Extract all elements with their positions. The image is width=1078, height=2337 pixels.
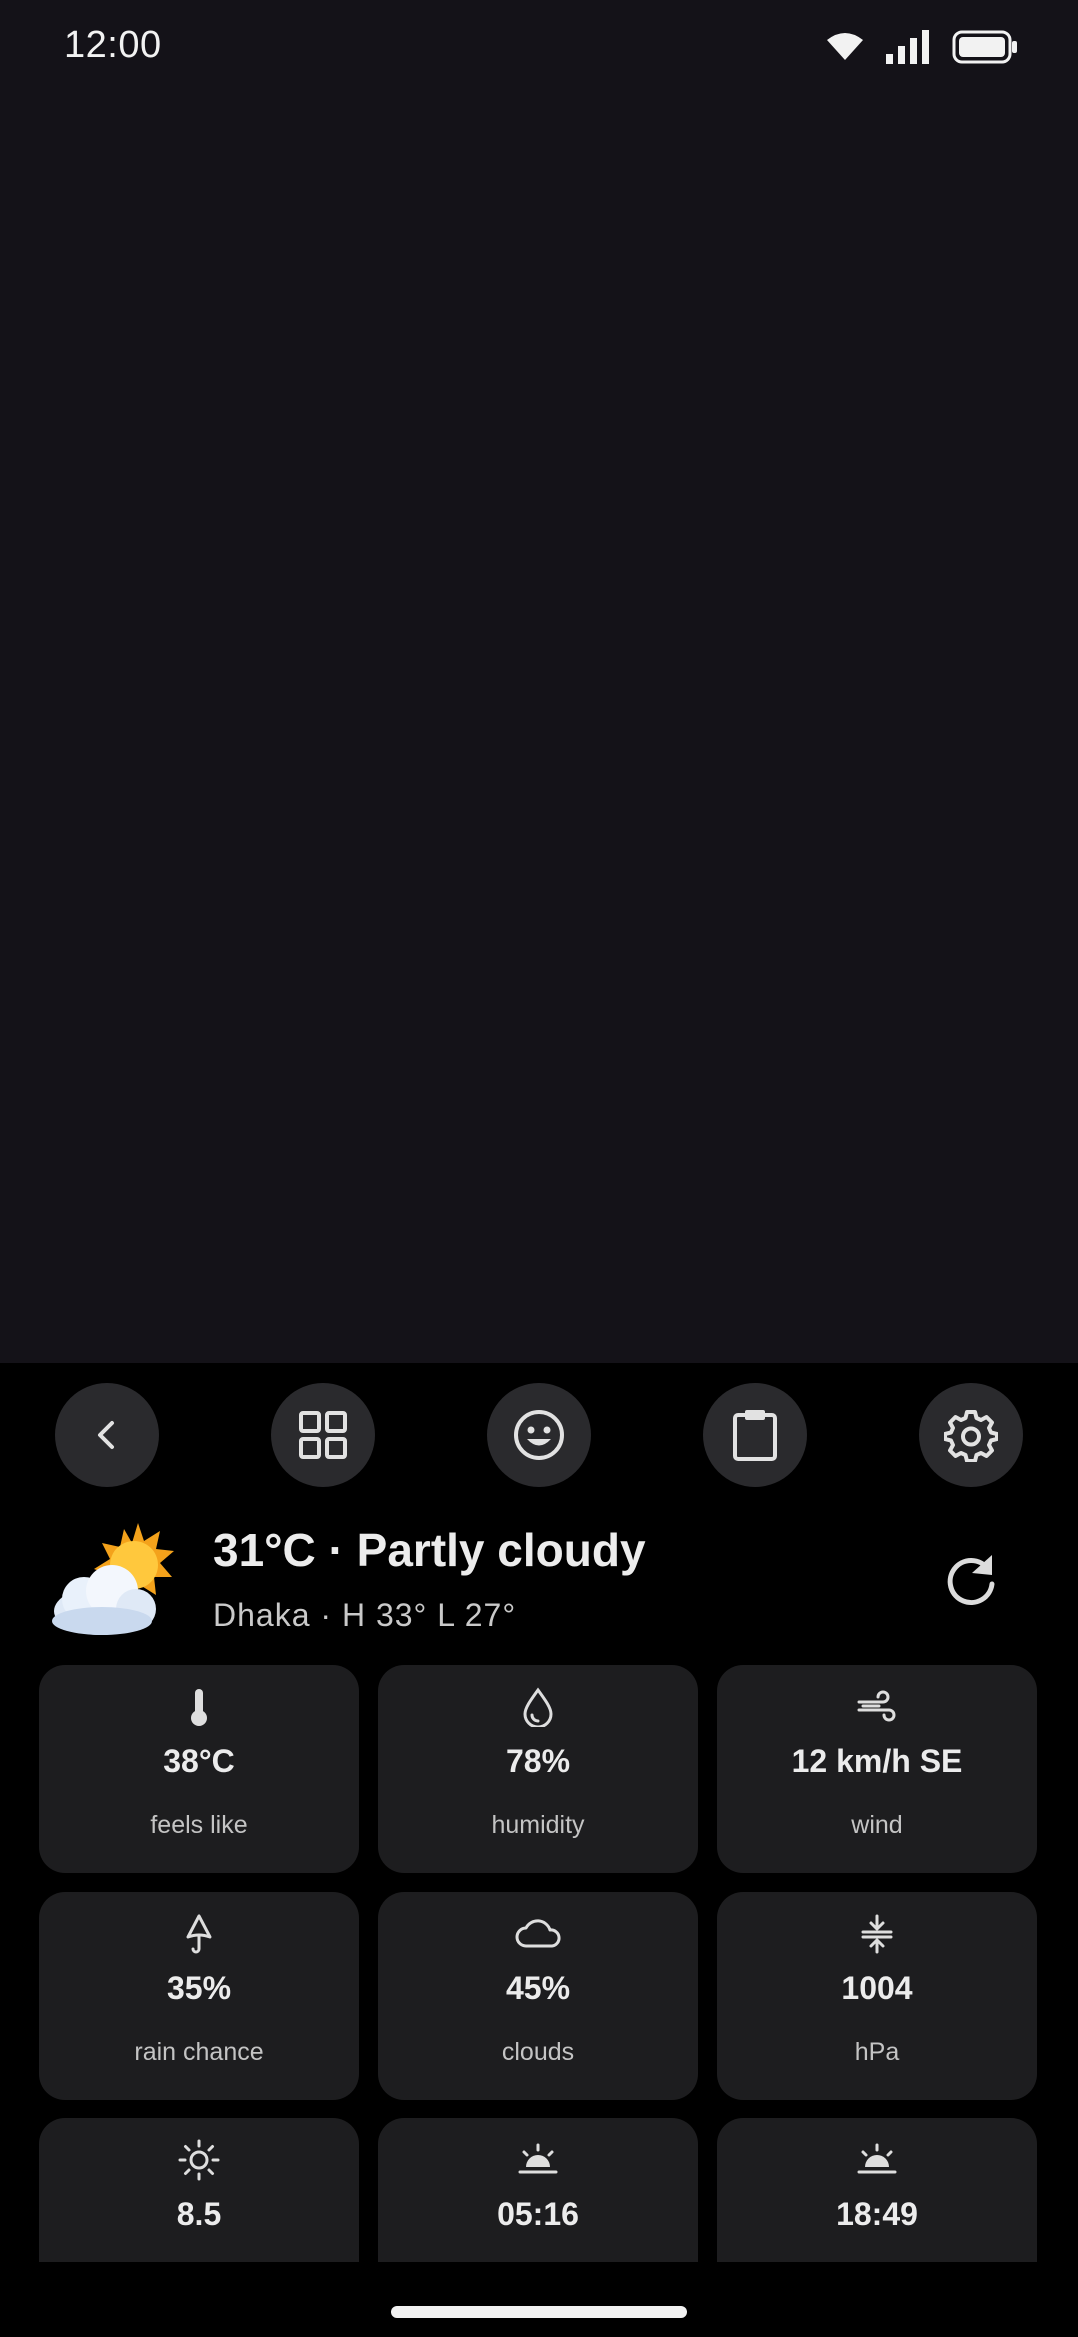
tile-feels-like: 38°C feels like [39,1665,359,1873]
sunrise-icon [378,2138,698,2182]
clipboard-button[interactable] [703,1383,807,1487]
tile-label: hPa [854,2038,900,2066]
emoji-button[interactable] [487,1383,591,1487]
clipboard-icon [733,1410,777,1461]
tile-clouds: 45% clouds [378,1892,698,2100]
tile-label: humidity [491,1811,585,1839]
refresh-icon [947,1555,995,1606]
keyboard-panel: 31°C · Partly cloudy Dhaka · H 33° L 27°… [0,1363,1078,2337]
thermometer-icon [39,1685,359,1729]
tile-value: 78% [505,1743,571,1779]
app-content-area: 12:00 [0,0,1078,1363]
sun-behind-cloud-icon [40,1513,180,1653]
refresh-button[interactable] [940,1549,1002,1611]
status-time: 12:00 [64,24,162,66]
weather-title: 31°C · Partly cloudy [213,1524,646,1576]
chevron-left-icon [98,1421,114,1449]
tile-value: 05:16 [497,2196,579,2232]
tile-sunrise: 05:16 [378,2118,698,2262]
home-indicator[interactable] [391,2306,687,2318]
cloud-icon [378,1912,698,1956]
tile-value: 8.5 [176,2196,222,2232]
tile-value: 35% [166,1970,232,2006]
status-bar: 12:00 [0,0,1078,96]
keyboard-toolbar [0,1383,1078,1487]
sunset-icon [717,2138,1037,2182]
tile-wind: 12 km/h SE wind [717,1665,1037,1873]
tile-rain-chance: 35% rain chance [39,1892,359,2100]
tile-label: clouds [501,2038,575,2066]
sun-icon [39,2138,359,2182]
weather-header: 31°C · Partly cloudy Dhaka · H 33° L 27° [0,1513,1078,1673]
tile-label: feels like [150,1811,248,1839]
gear-icon [944,1410,998,1462]
grid-button[interactable] [271,1383,375,1487]
tile-value: 45% [505,1970,571,2006]
grid-icon [299,1411,347,1459]
droplet-icon [378,1685,698,1729]
back-button[interactable] [55,1383,159,1487]
signal-icon [886,30,930,69]
settings-button[interactable] [919,1383,1023,1487]
tile-value: 18:49 [836,2196,918,2232]
tile-humidity: 78% humidity [378,1665,698,1873]
tile-sunset: 18:49 [717,2118,1037,2262]
emoji-icon [514,1410,564,1460]
tile-value: 1004 [841,1970,913,2006]
tile-label: rain chance [134,2038,264,2066]
weather-subtitle: Dhaka · H 33° L 27° [213,1597,517,1633]
wifi-icon [826,32,864,67]
tile-uv-index: 8.5 [39,2118,359,2262]
tile-label: wind [851,1811,903,1839]
tile-value: 38°C [163,1743,235,1779]
tile-pressure: 1004 hPa [717,1892,1037,2100]
tile-value: 12 km/h SE [791,1743,963,1779]
pressure-icon [717,1912,1037,1956]
battery-icon [952,30,1018,69]
wind-icon [717,1685,1037,1729]
weather-details-grid: 38°C feels like 78% humidity 12 km/h SE … [0,1665,1078,2262]
umbrella-icon [39,1912,359,1956]
status-icons [826,30,1018,69]
